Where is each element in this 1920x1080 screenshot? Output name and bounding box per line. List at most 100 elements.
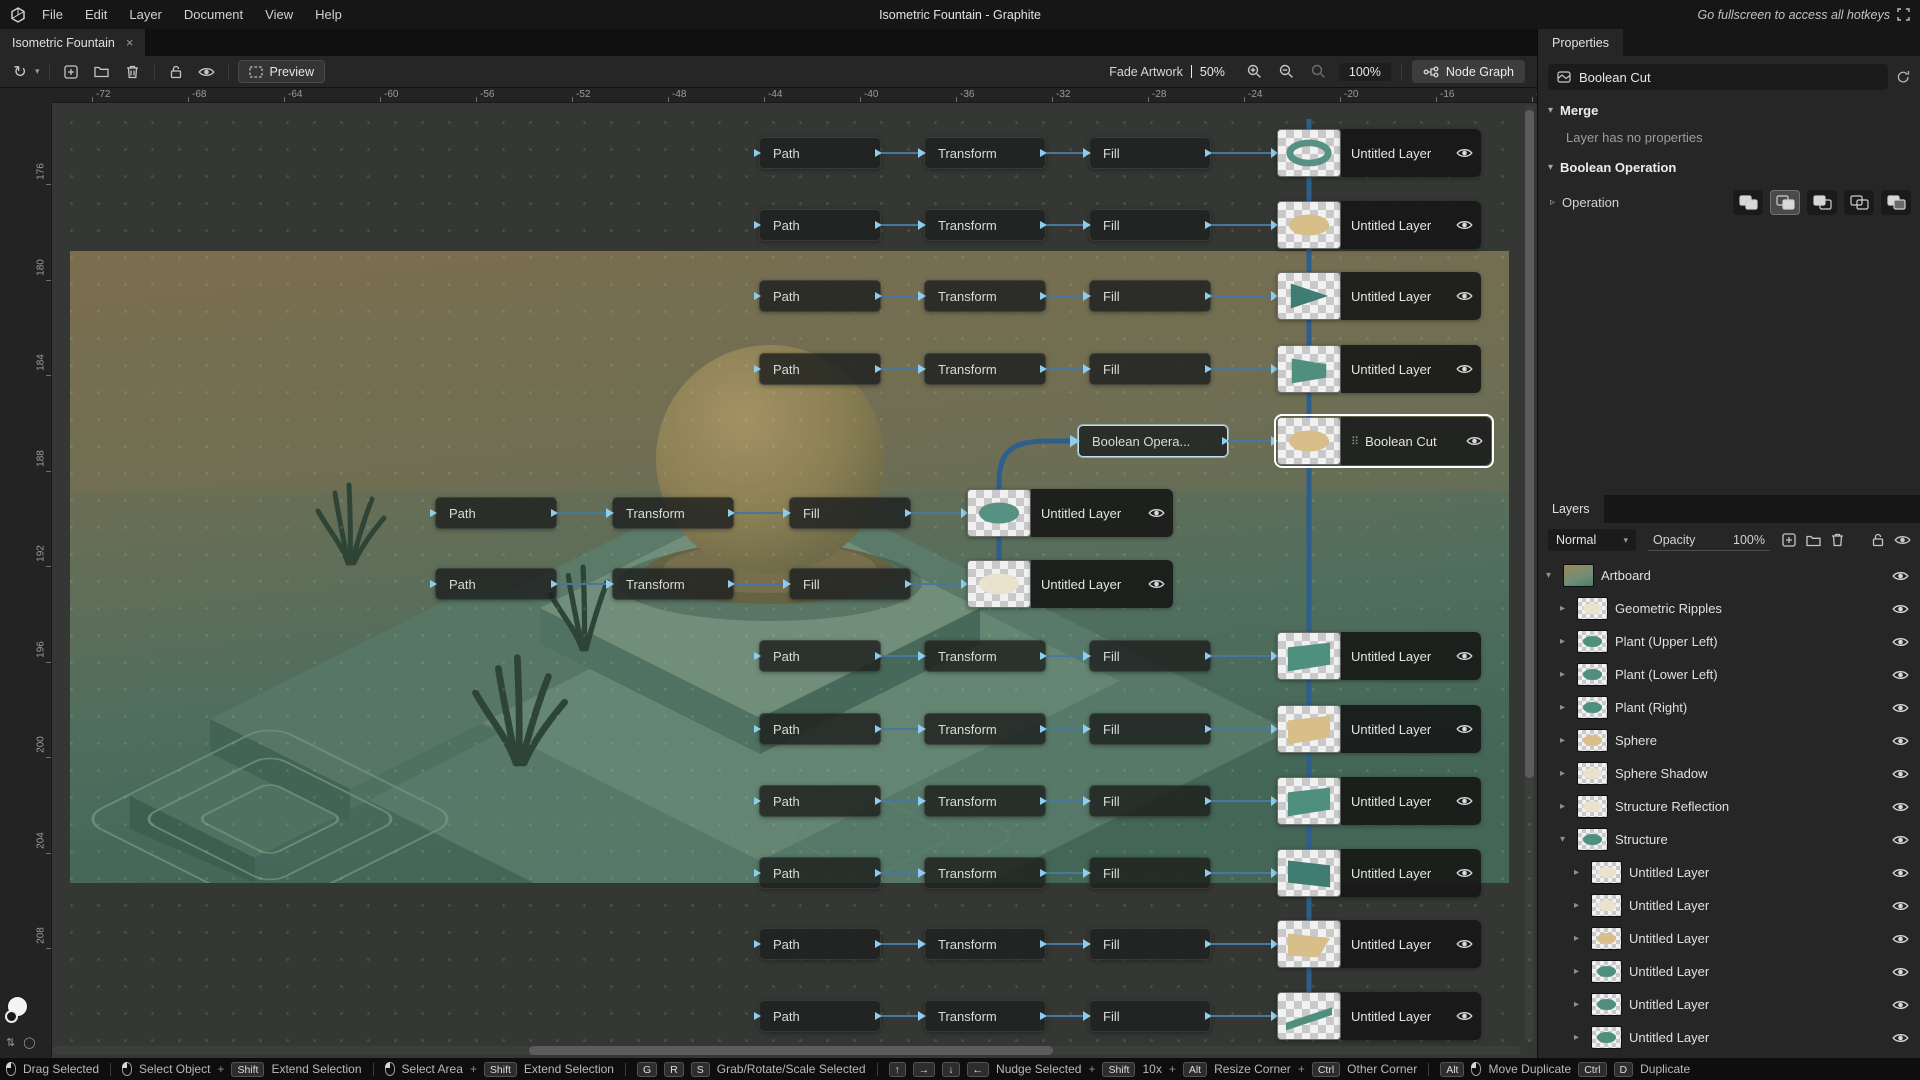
layer-row-untitled-layer[interactable]: ▸Untitled Layer xyxy=(1538,988,1920,1021)
tab-properties[interactable]: Properties xyxy=(1538,29,1623,56)
visibility-eye-icon[interactable] xyxy=(1892,768,1909,780)
node-fill[interactable]: Fill xyxy=(1089,928,1211,960)
layer-row-untitled-layer[interactable]: ▸Untitled Layer xyxy=(1538,889,1920,922)
layer-row-plant-lower-left[interactable]: ▸Plant (Lower Left) xyxy=(1538,658,1920,691)
blend-mode-select[interactable]: Normal ▾ xyxy=(1548,529,1636,551)
input-port-icon[interactable] xyxy=(754,292,761,300)
section-merge[interactable]: ▾ Merge xyxy=(1538,90,1920,122)
fade-artwork-value[interactable]: 50% xyxy=(1200,65,1225,79)
visibility-eye-icon[interactable] xyxy=(1892,570,1909,582)
visibility-eye-icon[interactable] xyxy=(1892,735,1909,747)
input-port-icon[interactable] xyxy=(1084,149,1091,157)
layer-thumbnail[interactable] xyxy=(1277,705,1341,753)
input-port-icon[interactable] xyxy=(430,509,437,517)
node-path[interactable]: Path xyxy=(759,209,881,241)
chevron-down-icon[interactable]: ▾ xyxy=(1548,162,1553,173)
chevron-right-icon[interactable]: ▸ xyxy=(1560,735,1570,746)
layer-chip[interactable]: Untitled Layer xyxy=(1341,777,1481,825)
tab-layers[interactable]: Layers xyxy=(1538,495,1604,523)
layer-row-sphere[interactable]: ▸Sphere xyxy=(1538,724,1920,757)
visibility-eye-icon[interactable] xyxy=(1448,1010,1473,1022)
chevron-right-icon[interactable]: ▸ xyxy=(1560,702,1570,713)
node-path[interactable]: Path xyxy=(759,640,881,672)
tab-isometric-fountain[interactable]: Isometric Fountain × xyxy=(0,29,145,56)
layer-row-geometric-ripples[interactable]: ▸Geometric Ripples xyxy=(1538,592,1920,625)
layer-row-sphere-shadow[interactable]: ▸Sphere Shadow xyxy=(1538,757,1920,790)
input-port-icon[interactable] xyxy=(919,725,926,733)
node-transform[interactable]: Transform xyxy=(924,857,1046,889)
chevron-right-icon[interactable]: ▹ xyxy=(1550,197,1555,208)
layer-chip[interactable]: Untitled Layer xyxy=(1341,272,1481,320)
menu-document[interactable]: Document xyxy=(173,0,254,29)
layer-thumbnail[interactable] xyxy=(1277,849,1341,897)
chevron-right-icon[interactable]: ▸ xyxy=(1574,999,1584,1010)
input-port-icon[interactable] xyxy=(754,725,761,733)
secondary-color-swatch[interactable] xyxy=(5,1010,18,1023)
input-port-icon[interactable] xyxy=(919,149,926,157)
canvas[interactable]: Path Transform Fill Untitled Layer Path Trans… xyxy=(52,103,1537,1058)
boolean-op-difference-icon[interactable] xyxy=(1881,190,1911,215)
chevron-right-icon[interactable]: ▸ xyxy=(1574,966,1584,977)
node-transform[interactable]: Transform xyxy=(924,353,1046,385)
node-path[interactable]: Path xyxy=(435,568,557,600)
layer-thumbnail[interactable] xyxy=(1277,417,1341,465)
new-document-icon[interactable] xyxy=(59,61,83,83)
input-port-icon[interactable] xyxy=(919,1012,926,1020)
input-port-icon[interactable] xyxy=(1084,869,1091,877)
node-path[interactable]: Path xyxy=(759,137,881,169)
delete-icon[interactable] xyxy=(121,61,145,83)
node-transform[interactable]: Transform xyxy=(612,497,734,529)
canvas-flip-rotate-controls[interactable]: ⇅ ◯ xyxy=(6,1036,36,1049)
node-fill[interactable]: Fill xyxy=(1089,785,1211,817)
vertical-scrollbar[interactable] xyxy=(1525,106,1534,1042)
layer-row-untitled-layer[interactable]: ▸Untitled Layer xyxy=(1538,1021,1920,1054)
lock-all-icon[interactable] xyxy=(1872,533,1884,547)
node-path[interactable]: Path xyxy=(759,785,881,817)
horizontal-scrollbar-thumb[interactable] xyxy=(529,1046,1053,1055)
input-port-icon[interactable] xyxy=(1073,437,1080,445)
input-port-icon[interactable] xyxy=(754,869,761,877)
input-port-icon[interactable] xyxy=(1084,725,1091,733)
layer-chip[interactable]: Untitled Layer xyxy=(1341,992,1481,1040)
node-fill[interactable]: Fill xyxy=(1089,353,1211,385)
visibility-eye-icon[interactable] xyxy=(1448,650,1473,662)
menu-view[interactable]: View xyxy=(254,0,304,29)
input-port-icon[interactable] xyxy=(1084,652,1091,660)
node-transform[interactable]: Transform xyxy=(924,209,1046,241)
visibility-eye-icon[interactable] xyxy=(195,61,219,83)
visibility-eye-icon[interactable] xyxy=(1140,578,1165,590)
node-graph-button[interactable]: Node Graph xyxy=(1412,60,1525,83)
layer-chip[interactable]: Untitled Layer xyxy=(1341,920,1481,968)
layer-chip[interactable]: ⠿Boolean Cut xyxy=(1341,417,1491,465)
input-port-icon[interactable] xyxy=(607,580,614,588)
layer-chip[interactable]: Untitled Layer xyxy=(1341,705,1481,753)
tab-close-icon[interactable]: × xyxy=(126,35,134,50)
node-fill[interactable]: Fill xyxy=(1089,280,1211,312)
node-fill[interactable]: Fill xyxy=(789,568,911,600)
layer-thumbnail[interactable] xyxy=(1277,272,1341,320)
menu-layer[interactable]: Layer xyxy=(118,0,173,29)
node-path[interactable]: Path xyxy=(759,280,881,312)
visibility-eye-icon[interactable] xyxy=(1448,219,1473,231)
chevron-down-icon[interactable]: ▾ xyxy=(1560,834,1570,845)
chevron-down-icon[interactable]: ▾ xyxy=(1548,105,1553,116)
input-port-icon[interactable] xyxy=(919,292,926,300)
layer-thumbnail[interactable] xyxy=(1277,201,1341,249)
visibility-eye-icon[interactable] xyxy=(1892,867,1909,879)
visibility-eye-icon[interactable] xyxy=(1892,933,1909,945)
input-port-icon[interactable] xyxy=(754,652,761,660)
node-fill[interactable]: Fill xyxy=(789,497,911,529)
preview-button[interactable]: Preview xyxy=(238,60,325,83)
visibility-eye-icon[interactable] xyxy=(1448,938,1473,950)
layer-row-structure-reflection[interactable]: ▸Structure Reflection xyxy=(1538,790,1920,823)
chevron-down-icon[interactable]: ▾ xyxy=(1546,570,1556,581)
chevron-right-icon[interactable]: ▸ xyxy=(1560,768,1570,779)
visibility-all-eye-icon[interactable] xyxy=(1894,534,1911,546)
flip-canvas-icon[interactable]: ⇅ xyxy=(6,1036,15,1049)
refresh-properties-icon[interactable] xyxy=(1896,70,1911,84)
chevron-right-icon[interactable]: ▸ xyxy=(1574,900,1584,911)
node-boolean-opera[interactable]: Boolean Opera... xyxy=(1078,425,1228,457)
input-port-icon[interactable] xyxy=(430,580,437,588)
zoom-level-value[interactable]: 100% xyxy=(1339,63,1391,81)
input-port-icon[interactable] xyxy=(919,940,926,948)
